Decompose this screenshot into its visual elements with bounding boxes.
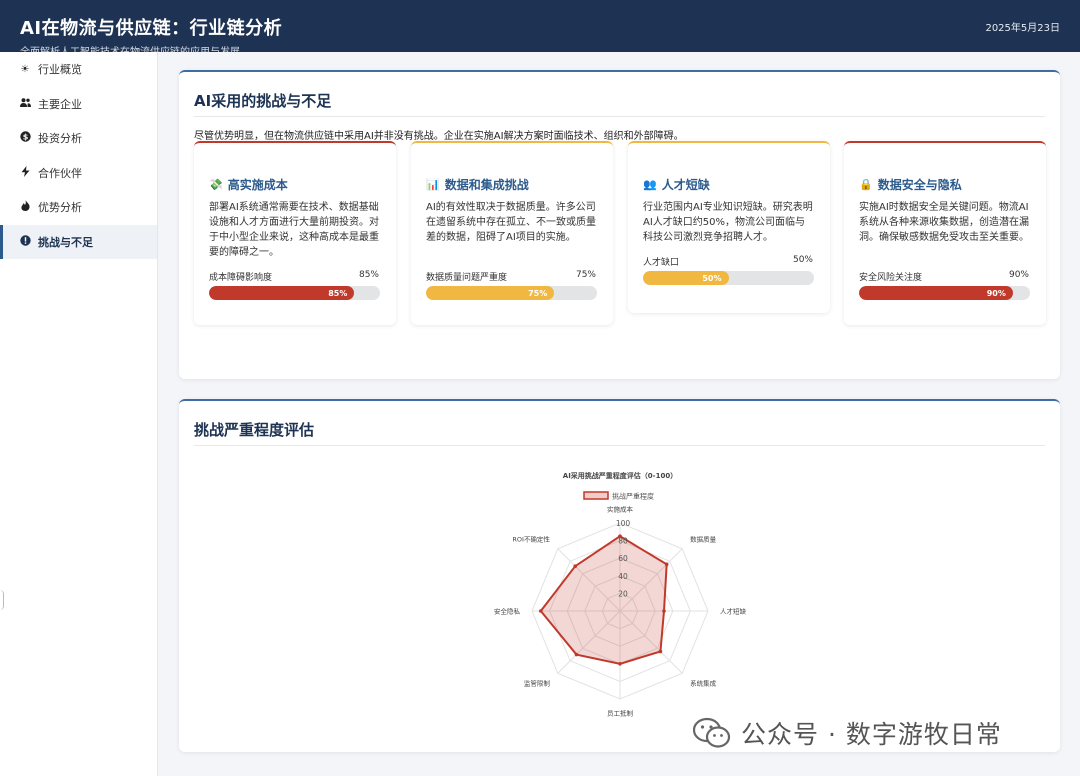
metric-value: 90% — [1008, 270, 1029, 280]
divider — [194, 445, 1045, 446]
challenge-title: 高实施成本 — [227, 178, 288, 192]
challenge-card-cost: 💸 高实施成本 部署AI系统通常需要在技术、数据基础设施和人才方面进行大量前期投资… — [194, 141, 396, 325]
sidebar-item-overview[interactable]: ☀ 行业概览 — [0, 52, 157, 87]
challenge-title: 数据安全与隐私 — [877, 178, 962, 192]
sidebar-item-label: 主要企业 — [38, 97, 82, 111]
sidebar-item-label: 挑战与不足 — [38, 235, 93, 249]
chart-title: AI采用挑战严重程度评估（0-100） — [563, 471, 677, 480]
tick-label: 40 — [618, 572, 628, 581]
sidebar-item-partners[interactable]: 合作伙伴 — [0, 156, 157, 191]
progress-fill: 75% — [426, 286, 555, 300]
progress-fill: 90% — [859, 286, 1013, 300]
metric-label: 人才缺口 — [643, 258, 680, 268]
watermark: 公众号 · 数字游牧日常 — [693, 715, 1002, 751]
sidebar-item-label: 投资分析 — [38, 132, 82, 146]
axis-label: 监管限制 — [524, 679, 551, 688]
divider — [194, 116, 1045, 117]
challenge-card-talent: 👥 人才短缺 行业范围内AI专业知识短缺。研究表明AI人才缺口约50%，物流公司面… — [628, 141, 830, 313]
metric-label: 成本障碍影响度 — [209, 273, 273, 283]
data-point — [618, 662, 622, 666]
challenge-card-data: 📊 数据和集成挑战 AI的有效性取决于数据质量。许多公司在遗留系统中存在孤立、不一… — [411, 141, 613, 325]
axis-label: ROI不确定性 — [512, 534, 550, 543]
section-title: 挑战严重程度评估 — [194, 421, 315, 439]
progress-bar: 50% — [643, 271, 814, 285]
data-point — [573, 564, 577, 568]
legend-swatch — [583, 491, 609, 500]
lock-icon: 🔒 — [859, 178, 873, 191]
flame-icon — [18, 200, 32, 214]
axis-label: 员工抵制 — [607, 709, 634, 718]
challenge-description: 部署AI系统通常需要在技术、数据基础设施和人才方面进行大量前期投资。对于中小型企… — [209, 202, 379, 258]
header-date: 2025年5月23日 — [985, 23, 1060, 34]
axis-label: 数据质量 — [690, 534, 717, 543]
app-header: AI在物流与供应链：行业链分析 全面解析人工智能技术在物流供应链的应用与发展 2… — [0, 0, 1080, 52]
challenge-title: 数据和集成挑战 — [444, 178, 529, 192]
sidebar-item-challenges[interactable]: 挑战与不足 — [0, 224, 157, 259]
sidebar-item-companies[interactable]: 主要企业 — [0, 87, 157, 122]
challenges-section: AI采用的挑战与不足 尽管优势明显，但在物流供应链中采用AI并非没有挑战。企业在… — [179, 70, 1060, 379]
sidebar-item-investment[interactable]: $ 投资分析 — [0, 121, 157, 156]
axis-label: 系统集成 — [690, 679, 717, 688]
sidebar-item-label: 行业概览 — [38, 63, 82, 77]
metric-label: 数据质量问题严重度 — [426, 273, 508, 283]
progress-fill: 85% — [209, 286, 355, 300]
radar-chart: AI采用挑战严重程度评估（0-100） 挑战严重程度 20 40 60 80 100 实施成本… — [494, 471, 747, 718]
sidebar-item-advantages[interactable]: 优势分析 — [0, 190, 157, 225]
data-point — [539, 609, 543, 613]
section-intro: 尽管优势明显，但在物流供应链中采用AI并非没有挑战。企业在实施AI解决方案时面临… — [194, 131, 684, 142]
progress-bar: 85% — [209, 286, 380, 300]
series-area — [539, 535, 668, 665]
data-point — [662, 609, 666, 613]
metric-value: 75% — [575, 270, 596, 280]
axis-label: 实施成本 — [607, 505, 634, 514]
challenge-description: AI的有效性取决于数据质量。许多公司在遗留系统中存在孤立、不一致或质量差的数据，… — [426, 202, 596, 243]
tick-label: 100 — [616, 519, 631, 528]
users-icon — [18, 98, 32, 110]
scroll-handle[interactable] — [0, 590, 4, 610]
page-title: AI在物流与供应链：行业链分析 — [20, 18, 283, 39]
sidebar-item-label: 合作伙伴 — [38, 166, 82, 180]
section-title: AI采用的挑战与不足 — [194, 92, 332, 110]
challenge-description: 行业范围内AI专业知识短缺。研究表明AI人才缺口约50%，物流公司面临与科技公司… — [643, 202, 813, 243]
progress-fill: 50% — [643, 271, 729, 285]
axis-label: 安全隐私 — [494, 607, 521, 616]
legend-label: 挑战严重程度 — [612, 492, 654, 501]
metric-label: 安全风险关注度 — [859, 273, 923, 283]
challenge-description: 实施AI时数据安全是关键问题。物流AI系统从各种来源收集数据，创造潜在漏洞。确保… — [859, 202, 1029, 243]
users-icon: 👥 — [643, 178, 657, 191]
chart-icon: 📊 — [426, 178, 440, 191]
data-point — [574, 652, 579, 657]
axis-label: 人才短缺 — [720, 607, 747, 616]
metric-value: 50% — [792, 255, 813, 265]
tick-label: 80 — [618, 537, 628, 546]
progress-bar: 90% — [859, 286, 1030, 300]
challenge-title: 人才短缺 — [661, 178, 710, 192]
alert-icon — [18, 235, 32, 249]
sidebar: ☀ 行业概览 主要企业 $ 投资分析 合作伙伴 优势分析 挑战与不足 — [0, 52, 158, 776]
sun-icon: ☀ — [20, 63, 30, 75]
dollar-icon: $ — [18, 131, 32, 145]
wechat-icon — [693, 717, 731, 748]
svg-text:$: $ — [22, 133, 28, 142]
tick-label: 20 — [618, 589, 628, 598]
watermark-text: 公众号 · 数字游牧日常 — [741, 720, 1002, 749]
sidebar-item-label: 优势分析 — [38, 201, 82, 215]
challenge-card-security: 🔒 数据安全与隐私 实施AI时数据安全是关键问题。物流AI系统从各种来源收集数据，… — [844, 141, 1046, 325]
data-point — [658, 649, 663, 654]
metric-value: 85% — [358, 270, 379, 280]
bolt-icon — [18, 165, 32, 180]
severity-section: 挑战严重程度评估 AI采用挑战严重程度评估（0-100） 挑战严重程度 20 40 60… — [179, 399, 1060, 752]
progress-bar: 75% — [426, 286, 597, 300]
tick-label: 60 — [618, 554, 628, 563]
money-icon: 💸 — [209, 178, 223, 191]
page-subtitle: 全面解析人工智能技术在物流供应链的应用与发展 — [20, 43, 240, 52]
data-point — [664, 562, 669, 567]
